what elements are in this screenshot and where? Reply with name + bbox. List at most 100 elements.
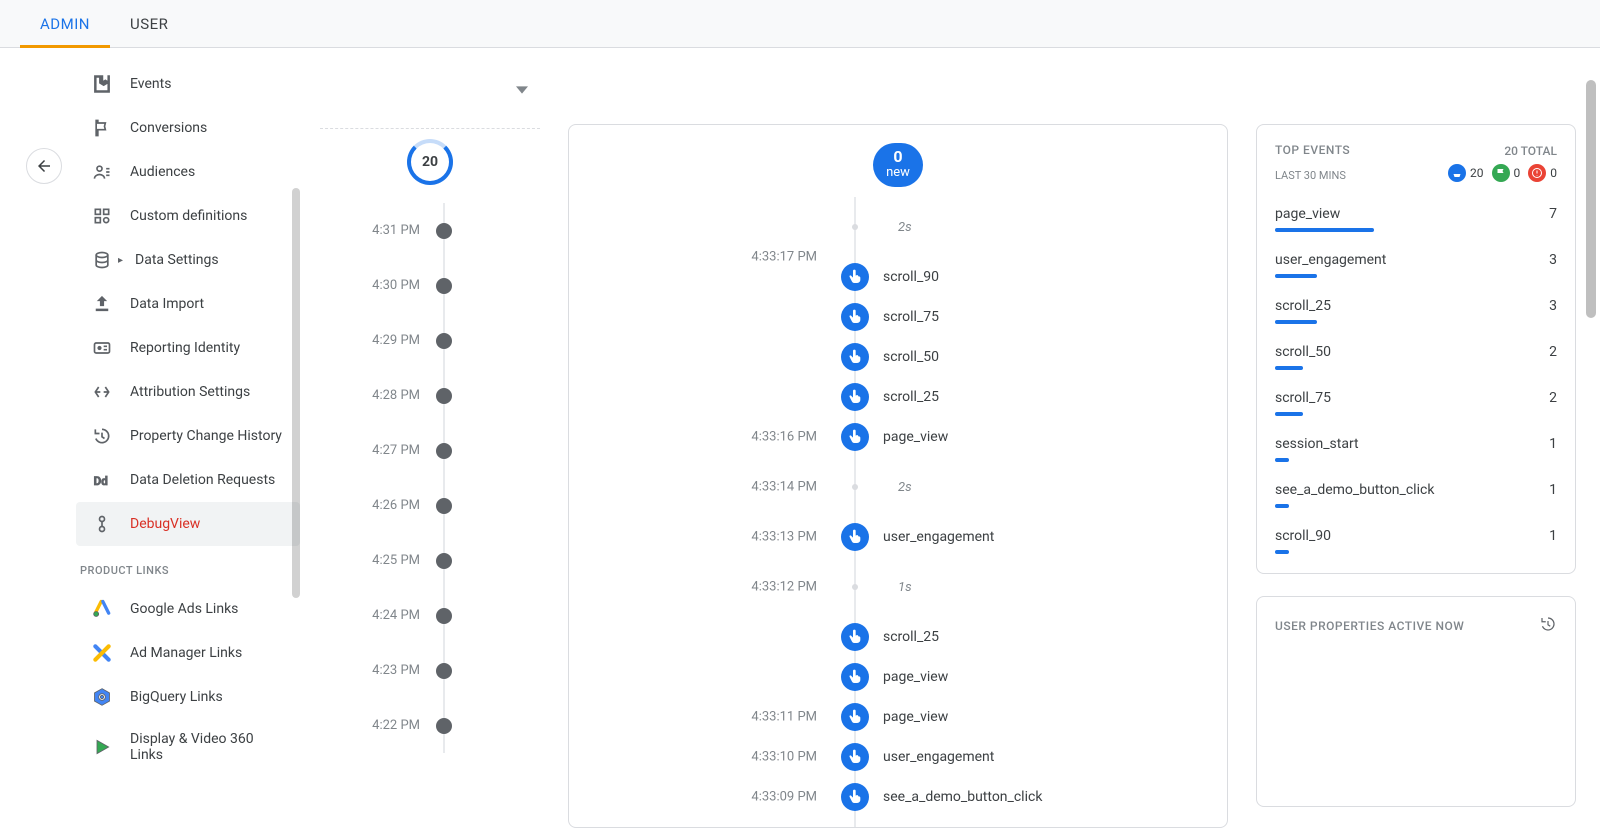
minute-dot[interactable] [436, 498, 452, 514]
minute-row[interactable]: 4:29 PM [436, 313, 540, 368]
back-button[interactable] [26, 148, 62, 184]
minute-dot[interactable] [436, 388, 452, 404]
minute-dot[interactable] [436, 333, 452, 349]
minute-row[interactable]: 4:26 PM [436, 478, 540, 533]
sidebar-item-google-ads-links[interactable]: Google Ads Links [76, 587, 300, 631]
minute-row[interactable]: 4:25 PM [436, 533, 540, 588]
minute-dot[interactable] [436, 553, 452, 569]
minute-dot[interactable] [436, 608, 452, 624]
minute-row[interactable]: 4:23 PM [436, 643, 540, 698]
minute-row[interactable]: 4:28 PM [436, 368, 540, 423]
seconds-time-label: 4:33:10 PM [657, 750, 817, 765]
top-event-item[interactable]: scroll_901 [1275, 518, 1557, 564]
gap-duration: 2s [898, 220, 912, 235]
minute-row[interactable]: 4:31 PM [436, 203, 540, 258]
top-events-card: TOP EVENTS LAST 30 MINS 20 TOTAL 20 [1256, 124, 1576, 574]
sidebar-item-label: Data Import [130, 296, 204, 312]
sidebar-item-label: Custom definitions [130, 208, 247, 224]
minute-time-label: 4:31 PM [330, 223, 420, 238]
top-event-bar [1275, 320, 1317, 324]
event-dot-icon [841, 523, 869, 551]
event-row[interactable]: page_view [841, 657, 1209, 697]
event-row[interactable]: scroll_50 [841, 337, 1209, 377]
sidebar-item-reporting-identity[interactable]: Reporting Identity [76, 326, 300, 370]
minute-dot[interactable] [436, 443, 452, 459]
minute-row[interactable]: 4:22 PM [436, 698, 540, 753]
minute-stream: 20 4:31 PM4:30 PM4:29 PM4:28 PM4:27 PM4:… [320, 48, 540, 807]
event-row[interactable]: 4:33:13 PMuser_engagement [841, 517, 1209, 557]
event-dot-icon [841, 303, 869, 331]
minute-dropdown[interactable] [516, 84, 528, 100]
minute-dot[interactable] [436, 223, 452, 239]
top-event-bar [1275, 366, 1303, 370]
sidebar-item-data-import[interactable]: Data Import [76, 282, 300, 326]
sidebar-scrollbar[interactable] [292, 188, 300, 598]
event-row[interactable]: 4:33:11 PMpage_view [841, 697, 1209, 737]
sidebar-item-display-video-360-links[interactable]: Display & Video 360 Links [76, 719, 300, 775]
sidebar-item-attribution-settings[interactable]: Attribution Settings [76, 370, 300, 414]
user-properties-card: USER PROPERTIES ACTIVE NOW [1256, 596, 1576, 807]
audiences-icon [92, 162, 112, 182]
sidebar-item-data-deletion-requests[interactable]: Dd Data Deletion Requests [76, 458, 300, 502]
top-events-subtitle: LAST 30 MINS [1275, 169, 1346, 182]
top-event-item[interactable]: scroll_502 [1275, 334, 1557, 380]
google-ads-icon [92, 599, 112, 619]
tab-user[interactable]: USER [130, 1, 168, 47]
sidebar-item-audiences[interactable]: Audiences [76, 150, 300, 194]
sidebar-item-label: Audiences [130, 164, 195, 180]
sidebar-item-property-change-history[interactable]: Property Change History [76, 414, 300, 458]
sidebar-item-data-settings[interactable]: ▸ Data Settings [76, 238, 300, 282]
top-event-count: 2 [1549, 344, 1557, 360]
minute-dot[interactable] [436, 278, 452, 294]
top-event-item[interactable]: see_a_demo_button_click1 [1275, 472, 1557, 518]
seconds-time-label: 4:33:14 PM [657, 480, 817, 495]
top-event-bar [1275, 458, 1289, 462]
upload-icon [92, 294, 112, 314]
chip-events[interactable]: 20 [1448, 164, 1484, 182]
top-event-item[interactable]: scroll_752 [1275, 380, 1557, 426]
new-events-badge[interactable]: 0 new [873, 143, 923, 187]
sidebar-item-events[interactable]: Events [76, 62, 300, 106]
event-row[interactable]: 4:33:10 PMuser_engagement [841, 737, 1209, 777]
top-event-item[interactable]: page_view7 [1275, 196, 1557, 242]
top-event-item[interactable]: user_engagement3 [1275, 242, 1557, 288]
event-row[interactable]: scroll_25 [841, 617, 1209, 657]
minute-dot[interactable] [436, 718, 452, 734]
sidebar-item-label: Attribution Settings [130, 384, 250, 400]
sidebar-item-label: Events [130, 76, 171, 92]
minute-row[interactable]: 4:27 PM [436, 423, 540, 478]
minute-count-badge[interactable]: 20 [407, 139, 453, 185]
event-row[interactable]: 4:33:09 PMsee_a_demo_button_click [841, 777, 1209, 817]
sidebar-item-ad-manager-links[interactable]: Ad Manager Links [76, 631, 300, 675]
event-name: user_engagement [883, 749, 994, 765]
page-scrollbar[interactable] [1586, 80, 1596, 318]
seconds-time-label: 4:33:17 PM [657, 250, 817, 265]
display-video-360-icon [92, 737, 112, 757]
seconds-time-label: 4:33:09 PM [657, 790, 817, 805]
sidebar-item-debugview[interactable]: DebugView [76, 502, 300, 546]
history-icon[interactable] [1539, 615, 1557, 637]
minute-time-label: 4:25 PM [330, 553, 420, 568]
minute-row[interactable]: 4:24 PM [436, 588, 540, 643]
minute-row[interactable]: 4:30 PM [436, 258, 540, 313]
admin-sidebar: Events Conversions Audiences Custom defi… [76, 48, 300, 808]
event-row[interactable]: scroll_90 [841, 257, 1209, 297]
event-row[interactable]: scroll_75 [841, 297, 1209, 337]
tab-admin[interactable]: ADMIN [40, 1, 90, 47]
event-row[interactable]: 4:33:16 PMpage_view [841, 417, 1209, 457]
sidebar-item-bigquery-links[interactable]: BigQuery Links [76, 675, 300, 719]
event-dot-icon [841, 423, 869, 451]
svg-text:Dd: Dd [94, 474, 108, 488]
event-row[interactable]: scroll_25 [841, 377, 1209, 417]
sidebar-item-custom-definitions[interactable]: Custom definitions [76, 194, 300, 238]
minute-dot[interactable] [436, 663, 452, 679]
chip-conversions[interactable]: 0 [1492, 164, 1521, 182]
top-event-count: 2 [1549, 390, 1557, 406]
chip-errors[interactable]: 0 [1528, 164, 1557, 182]
ad-manager-icon [92, 643, 112, 663]
top-event-item[interactable]: session_start1 [1275, 426, 1557, 472]
top-event-count: 3 [1549, 252, 1557, 268]
minute-time-label: 4:29 PM [330, 333, 420, 348]
top-event-item[interactable]: scroll_253 [1275, 288, 1557, 334]
sidebar-item-conversions[interactable]: Conversions [76, 106, 300, 150]
